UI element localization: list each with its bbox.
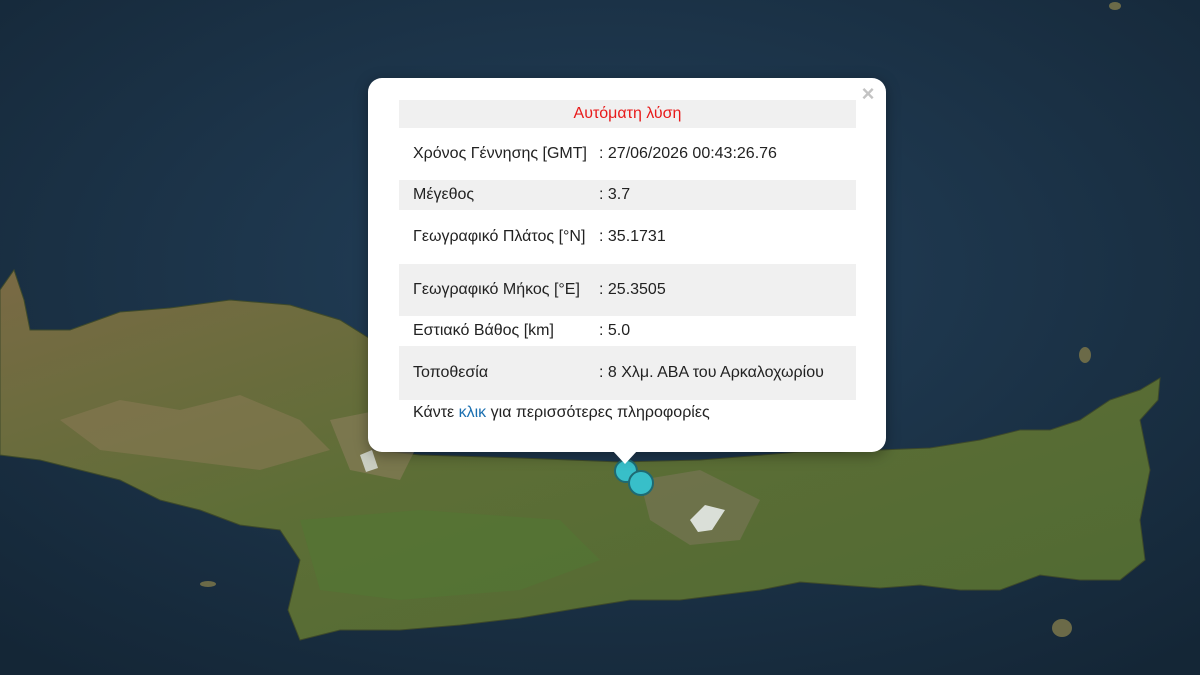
- depth-value: : 5.0: [599, 322, 631, 339]
- table-row: Γεωγραφικό Πλάτος [°N] : 35.1731: [399, 210, 856, 264]
- location-label: Τοποθεσία: [399, 346, 599, 400]
- longitude-value: : 25.3505: [599, 264, 856, 316]
- popup-title: Αυτόματη λύση: [399, 100, 856, 128]
- magnitude-label: Μέγεθος: [399, 180, 599, 210]
- islet: [1052, 619, 1072, 637]
- table-row: Τοποθεσία : 8 Χλμ. ΑΒΑ του Αρκαλοχωρίου: [399, 346, 856, 400]
- close-icon[interactable]: ×: [858, 83, 878, 105]
- magnitude-value: : 3.7: [599, 180, 856, 210]
- origin-time-value: : 27/06/2026 00:43:26.76: [599, 145, 777, 162]
- more-info-prefix: Κάντε: [413, 404, 459, 421]
- latitude-label: Γεωγραφικό Πλάτος [°N]: [413, 228, 586, 245]
- earthquake-info-popup: × Αυτόματη λύση Χρόνος Γέννησης [GMT] : …: [368, 78, 886, 452]
- table-row: Γεωγραφικό Μήκος [°E] : 25.3505: [399, 264, 856, 316]
- more-info-link[interactable]: κλικ: [459, 404, 487, 421]
- popup-title-row: Αυτόματη λύση: [399, 100, 856, 128]
- more-info-suffix: για περισσότερες πληροφορίες: [486, 404, 710, 421]
- depth-label: Εστιακό Βάθος [km]: [413, 322, 554, 339]
- latitude-value: : 35.1731: [599, 228, 666, 245]
- islet: [1109, 2, 1121, 10]
- table-row: Χρόνος Γέννησης [GMT] : 27/06/2026 00:43…: [399, 128, 856, 180]
- location-value: : 8 Χλμ. ΑΒΑ του Αρκαλοχωρίου: [599, 346, 856, 400]
- table-row: Εστιακό Βάθος [km] : 5.0: [399, 316, 856, 346]
- earthquake-details-table: Αυτόματη λύση Χρόνος Γέννησης [GMT] : 27…: [399, 100, 856, 400]
- longitude-label: Γεωγραφικό Μήκος [°E]: [399, 264, 599, 316]
- islet: [200, 581, 216, 587]
- epicenter-marker-2[interactable]: [628, 470, 654, 496]
- popup-tip: [612, 450, 638, 464]
- more-info-text: Κάντε κλικ για περισσότερες πληροφορίες: [413, 404, 710, 422]
- table-row: Μέγεθος : 3.7: [399, 180, 856, 210]
- islet: [1079, 347, 1091, 363]
- origin-time-label: Χρόνος Γέννησης [GMT]: [413, 145, 587, 162]
